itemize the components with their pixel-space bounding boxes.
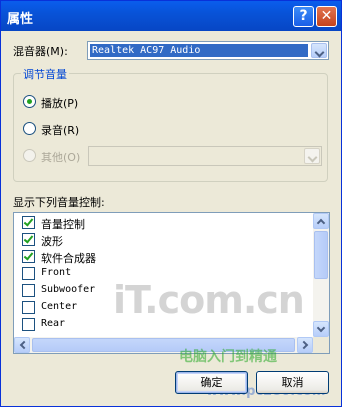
scroll-right-icon[interactable]	[297, 337, 313, 353]
list-item-label: Subwoofer	[41, 284, 96, 295]
list-item-label: Center	[41, 301, 78, 312]
adjust-volume-legend: 调节音量	[21, 66, 69, 82]
vertical-scrollbar[interactable]	[313, 213, 329, 337]
list-item-label: 软件合成器	[41, 252, 96, 265]
close-icon[interactable]: ✕	[316, 6, 337, 27]
radio-other[interactable]	[23, 149, 36, 162]
radio-recording-label[interactable]: 录音(R)	[41, 122, 79, 138]
cancel-button[interactable]: 取消	[256, 371, 329, 394]
watermark-site-text: 电脑入门到精通	[179, 349, 277, 365]
checkbox[interactable]	[22, 301, 35, 314]
scroll-down-icon[interactable]	[313, 321, 329, 337]
radio-playback-label[interactable]: 播放(P)	[41, 95, 78, 111]
ok-button[interactable]: 确定	[175, 371, 248, 394]
checkbox[interactable]	[22, 233, 35, 246]
vertical-scroll-thumb[interactable]	[314, 231, 328, 279]
radio-other-label: 其他(O)	[41, 151, 81, 164]
other-device-select[interactable]	[88, 146, 322, 166]
list-item-label: Front	[41, 267, 72, 278]
radio-recording[interactable]	[23, 122, 36, 135]
checkbox[interactable]	[22, 267, 35, 280]
list-item-label: Rear	[41, 318, 66, 329]
scroll-left-icon[interactable]	[14, 337, 30, 353]
chevron-down-icon[interactable]	[311, 43, 327, 58]
checkbox[interactable]	[22, 284, 35, 297]
radio-playback[interactable]	[23, 95, 36, 108]
checkbox[interactable]	[22, 318, 35, 331]
watermark-logo: iT.com.cn	[113, 278, 305, 322]
title-bar[interactable]: 属性 ? ✕	[1, 1, 341, 31]
properties-dialog: 属性 ? ✕ 混音器(M): Realtek AC97 Audio 调节音量 播…	[0, 0, 342, 407]
mixer-label: 混音器(M):	[13, 45, 68, 58]
chevron-down-icon	[304, 148, 320, 164]
checkbox[interactable]	[22, 216, 35, 229]
list-item-label: 波形	[41, 235, 63, 248]
mixer-select[interactable]: Realtek AC97 Audio	[87, 41, 329, 60]
mixer-value: Realtek AC97 Audio	[90, 44, 308, 57]
window-title: 属性	[7, 12, 34, 27]
scroll-up-icon[interactable]	[313, 213, 329, 229]
scroll-corner	[313, 337, 329, 353]
checkbox[interactable]	[22, 250, 35, 263]
help-icon[interactable]: ?	[293, 6, 314, 27]
list-item-label: 音量控制	[41, 218, 85, 231]
controls-label: 显示下列音量控制:	[13, 196, 105, 209]
